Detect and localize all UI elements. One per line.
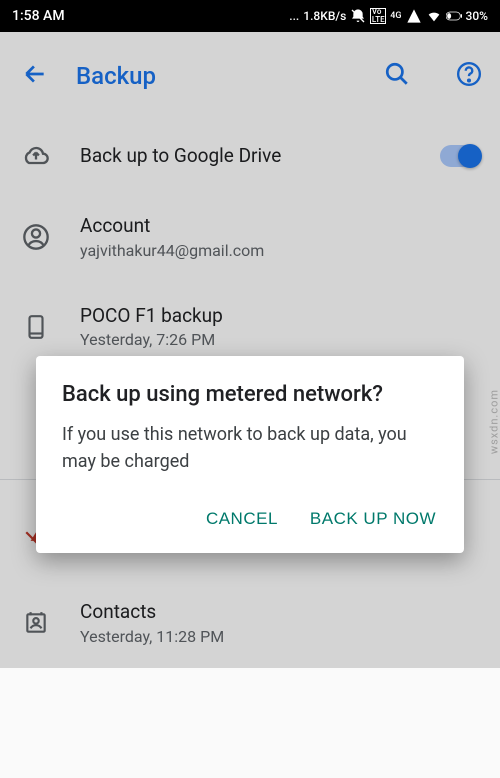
app-bar: Backup — [0, 32, 500, 120]
setting-title: POCO F1 backup — [80, 304, 480, 329]
status-bar: 1:58 AM ... 1.8KB/s VoLTE 4G 30% — [0, 0, 500, 32]
contacts-icon — [22, 609, 50, 637]
dialog-title: Back up using metered network? — [62, 382, 438, 407]
account-icon — [22, 223, 50, 251]
help-icon[interactable] — [456, 61, 482, 91]
cancel-button[interactable]: CANCEL — [204, 499, 280, 539]
setting-value: Yesterday, 7:26 PM — [80, 330, 480, 349]
setting-value: Yesterday, 11:28 PM — [80, 627, 480, 646]
setting-title: Back up to Google Drive — [80, 144, 410, 169]
status-net-speed: 1.8KB/s — [303, 9, 346, 23]
battery-icon — [446, 8, 462, 24]
status-time: 1:58 AM — [12, 8, 289, 24]
watermark: wsxdn.com — [488, 389, 500, 454]
setting-backup-to-drive[interactable]: Back up to Google Drive — [0, 120, 500, 192]
setting-account[interactable]: Account yajvithakur44@gmail.com — [0, 192, 500, 282]
cloud-upload-icon — [22, 142, 50, 170]
backup-toggle[interactable] — [440, 145, 480, 167]
phone-icon — [22, 313, 50, 341]
page-title: Backup — [76, 62, 356, 90]
dialog-body: If you use this network to back up data,… — [62, 421, 438, 475]
volte-icon: VoLTE — [370, 8, 386, 24]
search-icon[interactable] — [384, 61, 410, 91]
backup-now-button[interactable]: BACK UP NOW — [308, 499, 438, 539]
setting-title: Contacts — [80, 600, 480, 625]
wifi-icon — [426, 8, 442, 24]
metered-network-dialog: Back up using metered network? If you us… — [36, 356, 464, 553]
back-icon[interactable] — [22, 61, 48, 91]
status-dots: ... — [289, 9, 299, 23]
status-battery-pct: 30% — [466, 9, 488, 23]
setting-contacts[interactable]: Contacts Yesterday, 11:28 PM — [0, 578, 500, 668]
status-signal-label: 4G — [390, 11, 401, 21]
setting-value: yajvithakur44@gmail.com — [80, 241, 480, 260]
dnd-icon — [350, 8, 366, 24]
setting-title: Account — [80, 214, 480, 239]
signal-icon — [406, 8, 422, 24]
